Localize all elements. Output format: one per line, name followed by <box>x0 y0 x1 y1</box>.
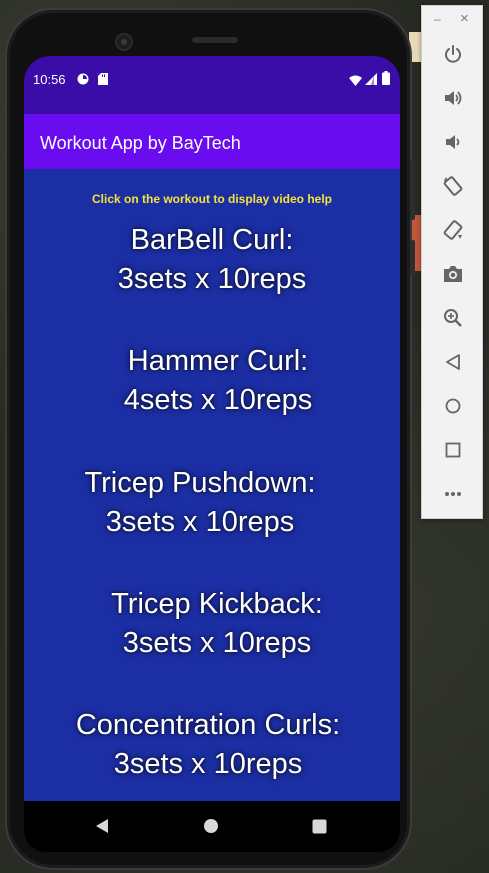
navigation-bar <box>24 801 400 852</box>
back-icon[interactable] <box>91 815 113 837</box>
emulator-toolbar: – × <box>421 5 483 519</box>
home-icon[interactable] <box>200 815 222 837</box>
workout-item-tricep-kickback[interactable]: Tricep Kickback: 3sets x 10reps <box>29 585 400 663</box>
volume-down-icon[interactable] <box>441 130 465 154</box>
battery-icon <box>382 71 390 90</box>
workout-name: Hammer Curl: <box>127 345 309 377</box>
screenshot-icon[interactable] <box>441 262 465 286</box>
volume-up-icon[interactable] <box>441 86 465 110</box>
workout-detail: 3sets x 10reps <box>105 506 295 538</box>
zoom-icon[interactable] <box>441 306 465 330</box>
status-time: 10:56 <box>33 72 66 87</box>
minimize-button[interactable]: – <box>434 12 441 26</box>
workout-list: Click on the workout to display video he… <box>24 169 400 801</box>
workout-name: Tricep Pushdown: <box>84 467 316 499</box>
rotate-right-icon[interactable] <box>441 218 465 242</box>
workout-name: Tricep Kickback: <box>111 588 323 620</box>
back-icon[interactable] <box>441 350 465 374</box>
workout-detail: 3sets x 10reps <box>122 627 312 659</box>
front-camera <box>115 33 133 51</box>
workout-item-concentration-curls[interactable]: Concentration Curls: 3sets x 10reps <box>24 706 396 784</box>
recents-icon[interactable] <box>308 815 330 837</box>
device-screen: 10:56 Workout App by BayTech Click on th… <box>24 56 400 852</box>
sd-card-icon <box>98 72 108 90</box>
instruction-text: Click on the workout to display video he… <box>91 192 333 206</box>
workout-item-hammer-curl[interactable]: Hammer Curl: 4sets x 10reps <box>30 342 400 420</box>
workout-detail: 3sets x 10reps <box>117 263 307 295</box>
signal-icon <box>365 72 377 90</box>
app-title: Workout App by BayTech <box>40 133 241 153</box>
earpiece-speaker <box>192 37 238 43</box>
workout-detail: 3sets x 10reps <box>113 748 303 780</box>
workout-name: BarBell Curl: <box>130 224 294 256</box>
data-saver-icon <box>77 72 89 90</box>
workout-item-tricep-pushdown[interactable]: Tricep Pushdown: 3sets x 10reps <box>24 464 388 542</box>
workout-name: Concentration Curls: <box>75 709 341 741</box>
power-icon[interactable] <box>441 42 465 66</box>
more-icon[interactable] <box>441 482 465 506</box>
volume-hardware-button[interactable] <box>410 160 415 220</box>
workout-item-barbell-curl[interactable]: BarBell Curl: 3sets x 10reps <box>24 221 400 299</box>
rotate-left-icon[interactable] <box>441 174 465 198</box>
status-bar: 10:56 <box>24 56 400 114</box>
workout-detail: 4sets x 10reps <box>123 384 313 416</box>
app-bar: Workout App by BayTech <box>24 114 400 169</box>
close-button[interactable]: × <box>460 10 469 27</box>
wifi-icon <box>349 73 362 91</box>
home-icon[interactable] <box>441 394 465 418</box>
overview-icon[interactable] <box>441 438 465 462</box>
power-hardware-button[interactable] <box>410 240 415 276</box>
